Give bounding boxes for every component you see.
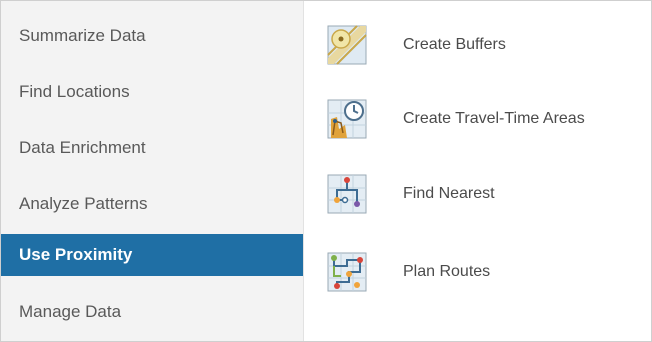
find-nearest-icon: [327, 174, 367, 214]
tool-label: Plan Routes: [403, 263, 491, 280]
tool-create-buffers[interactable]: Create Buffers: [327, 23, 647, 67]
tool-find-nearest[interactable]: Find Nearest: [327, 172, 647, 216]
category-label: Find Locations: [19, 82, 130, 101]
category-label: Use Proximity: [19, 245, 133, 264]
tool-label: Create Travel-Time Areas: [403, 110, 585, 127]
category-use-proximity[interactable]: Use Proximity: [1, 234, 303, 276]
category-summarize-data[interactable]: Summarize Data: [1, 15, 303, 57]
category-label: Manage Data: [19, 302, 122, 321]
travel-time-icon: [327, 99, 367, 139]
category-sidebar: Summarize Data Find Locations Data Enric…: [1, 1, 304, 341]
category-manage-data[interactable]: Manage Data: [1, 291, 303, 333]
buffer-icon: [327, 25, 367, 65]
category-data-enrichment[interactable]: Data Enrichment: [1, 127, 303, 169]
tool-label: Find Nearest: [403, 185, 495, 202]
category-label: Summarize Data: [19, 26, 146, 45]
category-find-locations[interactable]: Find Locations: [1, 71, 303, 113]
category-label: Data Enrichment: [19, 138, 146, 157]
category-analyze-patterns[interactable]: Analyze Patterns: [1, 183, 303, 225]
tool-plan-routes[interactable]: Plan Routes: [327, 250, 647, 294]
plan-routes-icon: [327, 252, 367, 292]
category-label: Analyze Patterns: [19, 194, 148, 213]
tool-create-travel-time-areas[interactable]: Create Travel-Time Areas: [327, 97, 647, 141]
analysis-panel: Summarize Data Find Locations Data Enric…: [0, 0, 652, 342]
tool-label: Create Buffers: [403, 36, 506, 53]
